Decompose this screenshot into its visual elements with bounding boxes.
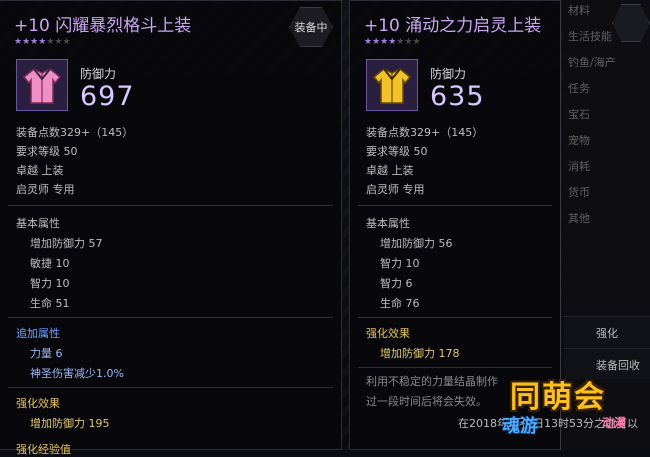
level-requirement: 要求等级 50 <box>16 145 78 158</box>
enhance-header: 强化效果 <box>16 397 60 410</box>
base-stats-header: 基本属性 <box>366 217 410 230</box>
pink-jacket-icon <box>16 59 68 111</box>
enhance-button[interactable]: 强化 <box>564 316 650 347</box>
class-restriction: 启灵师 专用 <box>16 183 75 196</box>
equip-points: 装备点数329+（145） <box>366 126 484 139</box>
star-empty-icon: ★ <box>412 37 421 47</box>
defense-label: 防御力 <box>430 67 467 81</box>
watermark-sub2: 动漫 <box>602 416 627 430</box>
grade-slot: 卓越 上装 <box>366 164 414 177</box>
extra-stat: 神圣伤害减少1.0% <box>30 367 124 380</box>
base-stat: 生命 51 <box>30 297 70 310</box>
star-filled-icon: ★ <box>364 37 373 47</box>
star-empty-icon: ★ <box>62 37 71 47</box>
watermark-sub: 魂游 <box>502 416 538 437</box>
level-requirement: 要求等级 50 <box>366 145 428 158</box>
menu-item-life-skills[interactable]: 生活技能 <box>568 28 612 44</box>
base-stats-header: 基本属性 <box>16 217 60 230</box>
divider <box>358 317 552 318</box>
grade-slot: 卓越 上装 <box>16 164 64 177</box>
equipped-badge: 装备中 <box>289 7 333 47</box>
menu-item-other[interactable]: 其他 <box>568 210 590 226</box>
extra-stats-header: 追加属性 <box>16 327 60 340</box>
menu-item-gems[interactable]: 宝石 <box>568 106 590 122</box>
star-filled-icon: ★ <box>14 37 23 47</box>
base-stat: 智力 10 <box>30 277 70 290</box>
recycle-button-label: 装备回收 <box>596 359 640 372</box>
item-title: +10 闪耀暴烈格斗上装 <box>14 16 192 36</box>
divider <box>358 367 552 368</box>
menu-item-consumables[interactable]: 消耗 <box>568 158 590 174</box>
menu-item-materials[interactable]: 材料 <box>568 2 590 18</box>
equip-points: 装备点数329+（145） <box>16 126 134 139</box>
divider <box>8 205 333 206</box>
base-stat: 生命 76 <box>380 297 420 310</box>
watermark-main: 同萌会 <box>510 380 606 415</box>
base-stat: 敏捷 10 <box>30 257 70 270</box>
site-watermark-logo: 同萌会 魂游 动漫 <box>492 372 650 450</box>
star-filled-icon: ★ <box>372 37 381 47</box>
defense-value: 635 <box>430 81 485 112</box>
enhance-button-label: 强化 <box>596 327 618 340</box>
menu-item-pets[interactable]: 宠物 <box>568 132 590 148</box>
equipped-label: 装备中 <box>294 21 328 34</box>
defense-value: 697 <box>80 81 135 112</box>
divider <box>358 205 552 206</box>
enhance-exp-header: 强化经验值 <box>16 443 71 456</box>
extra-stat: 力量 6 <box>30 347 63 360</box>
enhance-stat: 增加防御力 195 <box>30 417 110 430</box>
divider <box>8 317 333 318</box>
item-title: +10 涌动之力启灵上装 <box>364 16 542 36</box>
menu-item-quest[interactable]: 任务 <box>568 80 590 96</box>
enhance-header: 强化效果 <box>366 327 410 340</box>
base-stat: 智力 6 <box>380 277 413 290</box>
defense-label: 防御力 <box>80 67 117 81</box>
star-filled-icon: ★ <box>22 37 31 47</box>
star-rating: ★★★★★★★ <box>14 37 71 47</box>
class-restriction: 启灵师 专用 <box>366 183 425 196</box>
yellow-jacket-icon <box>366 59 418 111</box>
item-note: 利用不稳定的力量结晶制作 <box>366 375 498 388</box>
star-rating: ★★★★★★★ <box>364 37 421 47</box>
item-note: 过一段时间后将会失效。 <box>366 395 487 408</box>
menu-item-fishing[interactable]: 钓鱼/海产 <box>568 54 616 70</box>
base-stat: 增加防御力 56 <box>380 237 453 250</box>
base-stat: 增加防御力 57 <box>30 237 103 250</box>
divider <box>8 387 333 388</box>
item-tooltip-equipped: +10 闪耀暴烈格斗上装 ★★★★★★★ 装备中 防御力 697 装备点数329… <box>0 0 342 456</box>
menu-item-currency[interactable]: 货币 <box>568 184 590 200</box>
base-stat: 智力 10 <box>380 257 420 270</box>
enhance-stat: 增加防御力 178 <box>380 347 460 360</box>
